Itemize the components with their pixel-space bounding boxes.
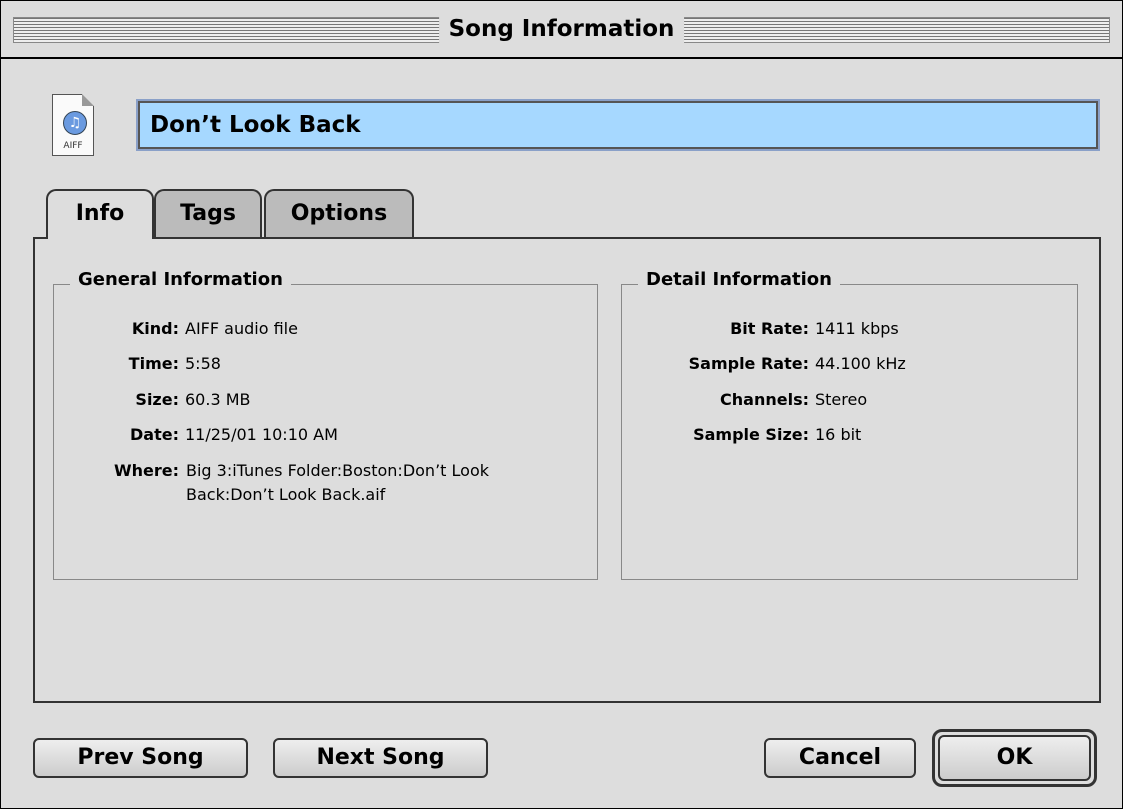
date-label: Date: [130, 425, 179, 444]
size-row: Size: 60.3 MB [61, 388, 251, 412]
song-information-window: Song Information ♫ AIFF Don’t Look Back … [0, 0, 1123, 809]
sample-size-value: 16 bit [815, 425, 862, 444]
channels-value: Stereo [815, 390, 868, 409]
prev-song-button[interactable]: Prev Song [33, 738, 248, 778]
bit-rate-row: Bit Rate: 1411 kbps [631, 317, 899, 341]
channels-label: Channels: [720, 390, 809, 409]
date-row: Date: 11/25/01 10:10 AM [61, 423, 338, 447]
aiff-file-icon: ♫ AIFF [52, 94, 94, 156]
tab-info[interactable]: Info [46, 189, 154, 239]
sample-rate-row: Sample Rate: 44.100 kHz [631, 352, 906, 376]
general-information-title: General Information [70, 268, 291, 292]
time-row: Time: 5:58 [61, 352, 221, 376]
tab-tags[interactable]: Tags [154, 189, 262, 237]
sample-size-row: Sample Size: 16 bit [631, 423, 861, 447]
where-row: Where: [61, 459, 179, 483]
cancel-button[interactable]: Cancel [764, 738, 916, 778]
size-value: 60.3 MB [185, 390, 251, 409]
tab-options[interactable]: Options [264, 189, 414, 237]
bit-rate-label: Bit Rate: [730, 319, 809, 338]
sample-rate-label: Sample Rate: [688, 354, 809, 373]
detail-information-title: Detail Information [638, 268, 840, 292]
kind-label: Kind: [131, 319, 179, 338]
date-value: 11/25/01 10:10 AM [185, 425, 338, 444]
sample-rate-value: 44.100 kHz [815, 354, 906, 373]
sample-size-label: Sample Size: [693, 425, 809, 444]
bit-rate-value: 1411 kbps [815, 319, 899, 338]
title-bar[interactable]: Song Information [1, 1, 1122, 59]
where-value: Big 3:iTunes Folder:Boston:Don’t Look Ba… [186, 461, 489, 504]
window-title: Song Information [438, 15, 685, 43]
next-song-button[interactable]: Next Song [273, 738, 488, 778]
channels-row: Channels: Stereo [631, 388, 867, 412]
ok-button[interactable]: OK [938, 735, 1091, 781]
music-note-icon: ♫ [63, 111, 87, 135]
song-name-input[interactable]: Don’t Look Back [136, 99, 1100, 151]
kind-value: AIFF audio file [185, 319, 298, 338]
time-value: 5:58 [185, 354, 221, 373]
time-label: Time: [128, 354, 179, 373]
size-label: Size: [135, 390, 179, 409]
file-type-label: AIFF [63, 141, 83, 151]
where-label: Where: [113, 461, 179, 480]
kind-row: Kind: AIFF audio file [61, 317, 298, 341]
